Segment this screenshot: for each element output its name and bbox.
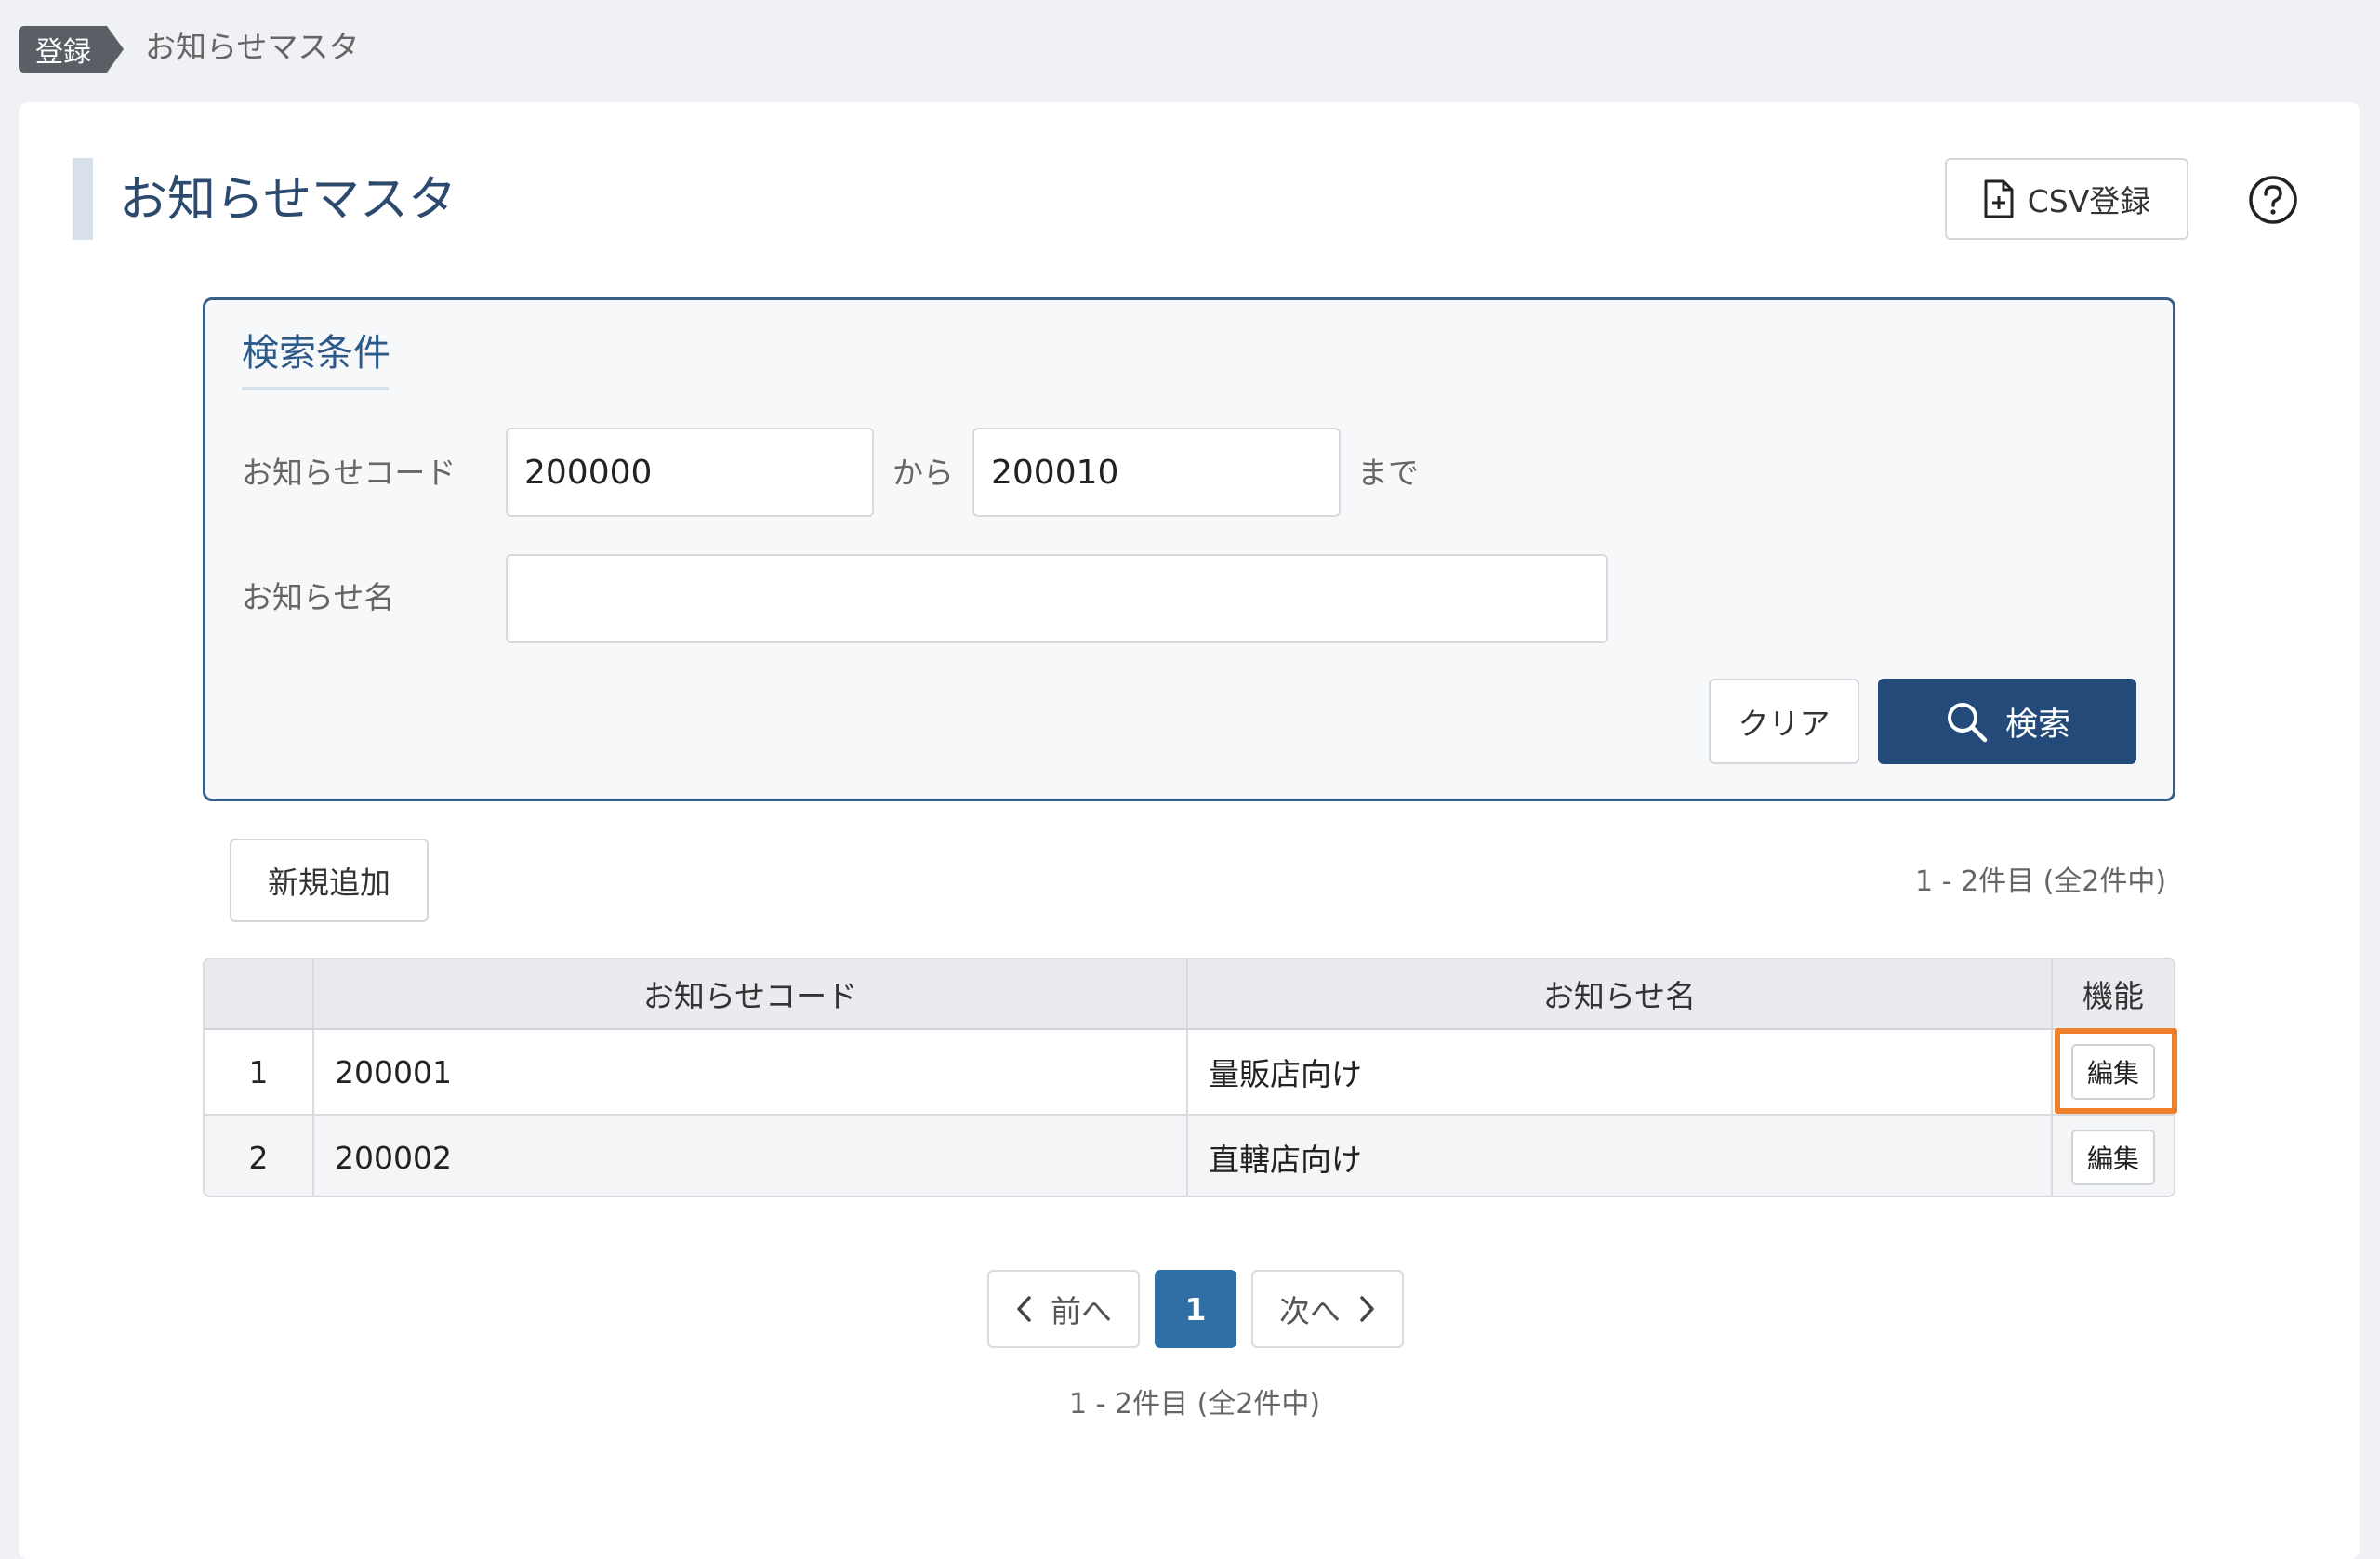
edit-button[interactable]: 編集 — [2071, 1130, 2155, 1185]
breadcrumb-badge[interactable]: 登録 — [19, 26, 124, 73]
search-icon — [1947, 703, 1988, 743]
chevron-right-icon — [1360, 1296, 1374, 1322]
question-circle-icon[interactable] — [2248, 175, 2298, 225]
title-accent-bar — [73, 158, 93, 240]
row-name: 量販店向け — [1188, 1030, 2053, 1114]
table-row: 1 200001 量販店向け 編集 — [205, 1030, 2174, 1116]
header-function: 機能 — [2082, 978, 2144, 1014]
pagination-page-1[interactable]: 1 — [1155, 1270, 1236, 1348]
breadcrumb-current: お知らせマスタ — [145, 29, 360, 65]
breadcrumb-badge-label: 登録 — [35, 36, 91, 69]
header-code: お知らせコード — [314, 959, 1188, 1028]
csv-register-label: CSV登録 — [2027, 183, 2151, 219]
row-number: 1 — [205, 1030, 314, 1114]
search-button[interactable]: 検索 — [1878, 679, 2136, 764]
search-heading: 検索条件 — [242, 332, 390, 375]
result-count-bottom: 1 - 2件目 (全2件中) — [1069, 1388, 1321, 1420]
add-new-label: 新規追加 — [268, 865, 390, 901]
pagination-prev-button[interactable]: 前へ — [987, 1270, 1140, 1348]
header-name: お知らせ名 — [1188, 959, 2053, 1028]
row-number: 2 — [205, 1116, 314, 1196]
row-name: 直轄店向け — [1188, 1116, 2053, 1196]
code-from-input[interactable] — [506, 428, 874, 517]
table-header-row: お知らせコード お知らせ名 機能 — [205, 959, 2174, 1030]
name-input[interactable] — [506, 554, 1608, 643]
search-heading-underline — [242, 387, 389, 390]
pagination-next-button[interactable]: 次へ — [1251, 1270, 1404, 1348]
file-plus-icon — [1984, 179, 2014, 218]
clear-button-label: クリア — [1738, 706, 1831, 742]
clear-button[interactable]: クリア — [1709, 679, 1859, 764]
notice-table: お知らせコード お知らせ名 機能 1 200001 量販店向け 編集 2 200… — [203, 958, 2175, 1197]
row-function: 編集 — [2053, 1116, 2174, 1196]
name-label: お知らせ名 — [242, 579, 395, 615]
pagination-prev-label: 前へ — [1051, 1293, 1112, 1329]
row-code: 200001 — [314, 1030, 1188, 1114]
range-from-text: から — [892, 455, 954, 491]
range-to-text: まで — [1357, 455, 1419, 491]
chevron-left-icon — [1017, 1296, 1031, 1322]
header-no — [205, 959, 314, 1028]
result-count-top: 1 - 2件目 (全2件中) — [1915, 865, 2167, 898]
csv-register-button[interactable]: CSV登録 — [1945, 158, 2188, 240]
search-button-label: 検索 — [2004, 706, 2070, 744]
add-new-button[interactable]: 新規追加 — [230, 839, 429, 922]
table-row: 2 200002 直轄店向け 編集 — [205, 1116, 2174, 1196]
code-to-input[interactable] — [972, 428, 1341, 517]
pagination-next-label: 次へ — [1279, 1293, 1341, 1329]
page-title: お知らせマスタ — [119, 172, 456, 228]
edit-button-highlight — [2055, 1028, 2177, 1114]
row-code: 200002 — [314, 1116, 1188, 1196]
code-label: お知らせコード — [242, 455, 456, 491]
